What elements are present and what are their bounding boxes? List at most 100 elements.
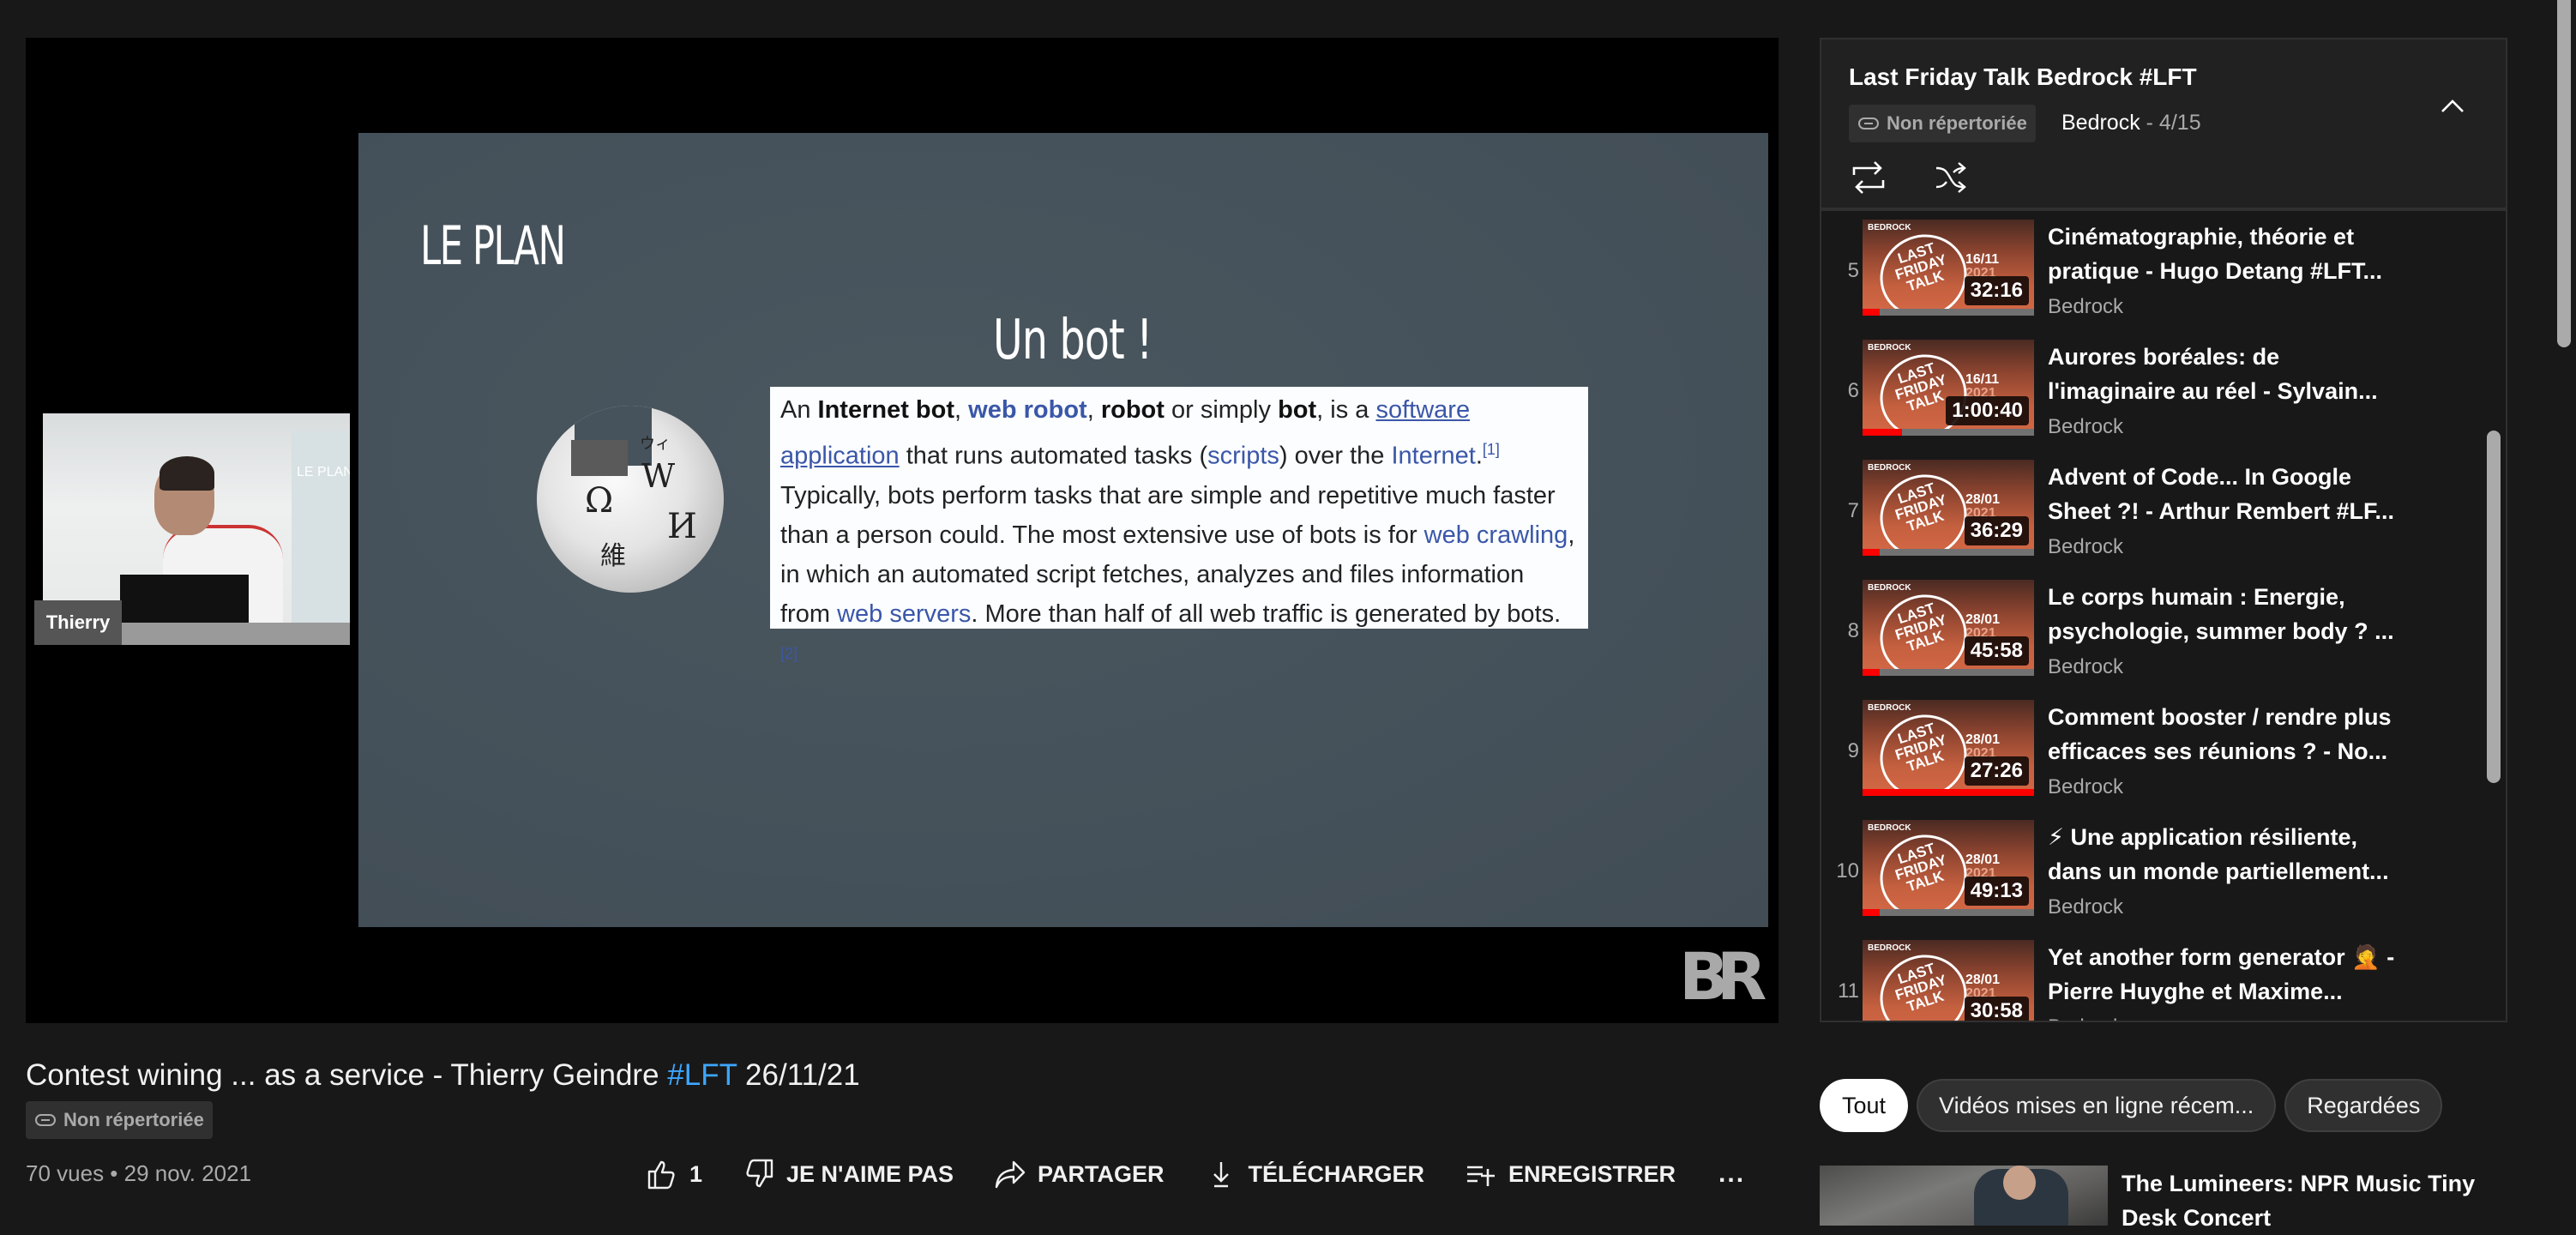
playlist-item[interactable]: 5 BEDROCK LAST FRIDAY TALK 16/11 2021 32:16 Ci… (1821, 220, 2473, 340)
globe-glyph: 維 (600, 541, 626, 571)
loop-icon[interactable] (1849, 158, 1888, 197)
playlist-item-index: 7 (1847, 499, 1859, 522)
globe-glyph: И (667, 507, 697, 546)
playlist-item[interactable]: 8 BEDROCK LAST FRIDAY TALK 28/01 2021 45:58 Le… (1821, 580, 2473, 700)
link-icon (35, 1114, 56, 1126)
download-button[interactable]: TÉLÉCHARGER (1204, 1157, 1425, 1191)
watch-progress-fill (1863, 789, 2034, 796)
thumbnail-brand: BEDROCK (1868, 223, 1911, 232)
thumbnail-brand: BEDROCK (1868, 463, 1911, 473)
thumbnail-brand: BEDROCK (1868, 343, 1911, 352)
playlist-panel: Last Friday Talk Bedrock #LFT Non répert… (1820, 38, 2507, 1022)
playlist-item-index: 11 (1838, 979, 1859, 1003)
presentation-slide: LE PLAN Un bot ! Ω W И 維 ウィ An Internet … (358, 133, 1768, 927)
recommended-video-title[interactable]: The Lumineers: NPR Music Tiny Desk Conce… (2122, 1166, 2499, 1235)
playlist-visibility-badge: Non répertoriée (1849, 105, 2036, 142)
watch-progress-fill (1863, 909, 1880, 916)
playlist-item[interactable]: 9 BEDROCK LAST FRIDAY TALK 28/01 2021 27:26 Co… (1821, 700, 2473, 820)
playlist-item[interactable]: 7 BEDROCK LAST FRIDAY TALK 28/01 2021 36:29 Ad… (1821, 460, 2473, 580)
playlist-item-title[interactable]: Comment booster / rendre plus efficaces … (2048, 700, 2408, 768)
playlist-item-channel: Bedrock (2048, 535, 2124, 558)
page-scrollbar[interactable] (2557, 0, 2571, 347)
save-button[interactable]: ENREGISTRER (1464, 1157, 1676, 1191)
speaker-camera: LE PLAN Thierry (34, 413, 350, 645)
chip-recently-uploaded[interactable]: Vidéos mises en ligne récem... (1917, 1079, 2277, 1132)
playlist-scrollbar[interactable] (2487, 431, 2501, 783)
watch-progress-bar (1863, 429, 2034, 436)
playlist-item[interactable]: 10 BEDROCK LAST FRIDAY TALK 28/01 2021 49:13 ⚡… (1821, 820, 2473, 940)
watch-progress-fill (1863, 429, 1902, 436)
globe-glyph: W (641, 457, 676, 495)
recommended-video-thumbnail[interactable] (1820, 1166, 2108, 1226)
video-player[interactable]: LE PLAN Un bot ! Ω W И 維 ウィ An Internet … (26, 38, 1779, 1023)
playlist-owner-link[interactable]: Bedrock (2061, 111, 2140, 135)
share-label: PARTAGER (1038, 1160, 1165, 1187)
playlist-item-title[interactable]: Aurores boréales: de l'imaginaire au rée… (2048, 340, 2408, 408)
camera-screen-text: LE PLAN (297, 465, 350, 479)
duration-badge: 1:00:40 (1946, 396, 2029, 425)
watch-progress-bar (1863, 549, 2034, 556)
download-label: TÉLÉCHARGER (1248, 1160, 1425, 1187)
playlist-header: Last Friday Talk Bedrock #LFT Non répert… (1821, 39, 2506, 211)
save-label: ENREGISTRER (1508, 1160, 1676, 1187)
playlist-item-channel: Bedrock (2048, 775, 2124, 798)
playlist-item-title[interactable]: Cinématographie, théorie et pratique - H… (2048, 220, 2408, 288)
download-icon (1213, 1162, 1229, 1188)
wikipedia-excerpt: An Internet bot, web robot, robot or sim… (770, 387, 1588, 662)
globe-glyph: ウィ (640, 435, 671, 453)
playlist-item-thumbnail[interactable]: BEDROCK LAST FRIDAY TALK 28/01 2021 36:29 (1863, 460, 2034, 556)
watch-progress-fill (1863, 309, 1880, 316)
like-button[interactable]: 1 (645, 1157, 702, 1191)
playlist-item-channel: Bedrock (2048, 655, 2124, 678)
visibility-badge: Non répertoriée (26, 1101, 213, 1139)
playlist-item-index: 8 (1847, 619, 1859, 642)
playlist-items: 5 BEDROCK LAST FRIDAY TALK 16/11 2021 32:16 Ci… (1821, 211, 2506, 1021)
playlist-item-index: 10 (1836, 859, 1859, 883)
playlist-item-channel: Bedrock (2048, 415, 2124, 438)
playlist-item-index: 6 (1847, 379, 1859, 402)
duration-badge: 45:58 (1964, 636, 2029, 666)
playlist-item-thumbnail[interactable]: BEDROCK LAST FRIDAY TALK 16/11 2021 1:00:40 (1863, 340, 2034, 436)
playlist-item-title[interactable]: Le corps humain : Energie, psychologie, … (2048, 580, 2408, 648)
thumbnail-brand: BEDROCK (1868, 583, 1911, 593)
chevron-up-icon[interactable] (2435, 89, 2470, 124)
dislike-button[interactable]: JE N'AIME PAS (742, 1157, 954, 1191)
action-bar: 1 JE N'AIME PAS PARTAGER TÉLÉCHARGER ENR… (645, 1154, 1745, 1194)
share-button[interactable]: PARTAGER (993, 1157, 1165, 1191)
duration-badge: 49:13 (1964, 877, 2029, 906)
playlist-item-thumbnail[interactable]: BEDROCK LAST FRIDAY TALK 16/11 2021 32:16 (1863, 220, 2034, 316)
playlist-item-thumbnail[interactable]: BEDROCK LAST FRIDAY TALK 28/01 2021 27:26 (1863, 700, 2034, 796)
playlist-item-channel: Bedrock (2048, 295, 2124, 318)
chip-all[interactable]: Tout (1820, 1079, 1909, 1132)
share-icon (995, 1160, 1026, 1189)
hashtag-link[interactable]: #LFT (667, 1058, 737, 1092)
playlist-item[interactable]: 6 BEDROCK LAST FRIDAY TALK 16/11 2021 1:00:40… (1821, 340, 2473, 460)
thumbnail-brand: BEDROCK (1868, 703, 1911, 713)
duration-badge: 27:26 (1964, 756, 2029, 786)
visibility-label: Non répertoriée (63, 1109, 204, 1130)
playlist-position: - 4/15 (2140, 111, 2201, 135)
playlist-item[interactable]: 11 BEDROCK LAST FRIDAY TALK 28/01 2021 30:58 Y… (1821, 940, 2473, 1021)
playlist-owner: Bedrock - 4/15 (2061, 111, 2201, 136)
thumbs-up-icon (647, 1160, 675, 1190)
duration-badge: 30:58 (1964, 997, 2029, 1021)
playlist-title[interactable]: Last Friday Talk Bedrock #LFT (1849, 63, 2197, 91)
thumbnail-brand: BEDROCK (1868, 943, 1911, 953)
playlist-item-thumbnail[interactable]: BEDROCK LAST FRIDAY TALK 28/01 2021 49:13 (1863, 820, 2034, 916)
playlist-item-thumbnail[interactable]: BEDROCK LAST FRIDAY TALK 28/01 2021 45:58 (1863, 580, 2034, 676)
speaker-name-label: Thierry (34, 600, 122, 645)
playlist-item-index: 5 (1847, 259, 1859, 282)
more-actions-button[interactable]: ... (1718, 1160, 1745, 1189)
playlist-item-title[interactable]: Yet another form generator 🤦 - Pierre Hu… (2048, 940, 2408, 1009)
chip-watched[interactable]: Regardées (2284, 1079, 2443, 1132)
globe-glyph: Ω (585, 481, 614, 521)
playlist-item-title[interactable]: Advent of Code... In Google Sheet ?! - A… (2048, 460, 2408, 528)
watch-progress-bar (1863, 669, 2034, 676)
link-icon (1858, 117, 1879, 130)
watch-progress-bar (1863, 309, 2034, 316)
shuffle-icon[interactable] (1933, 158, 1972, 197)
playlist-item-thumbnail[interactable]: BEDROCK LAST FRIDAY TALK 28/01 2021 30:58 (1863, 940, 2034, 1021)
playlist-item-title[interactable]: ⚡ Une application résiliente, dans un mo… (2048, 820, 2408, 889)
playlist-item-channel: Bedrock (2048, 895, 2124, 919)
thumbnail-brand: BEDROCK (1868, 823, 1911, 833)
